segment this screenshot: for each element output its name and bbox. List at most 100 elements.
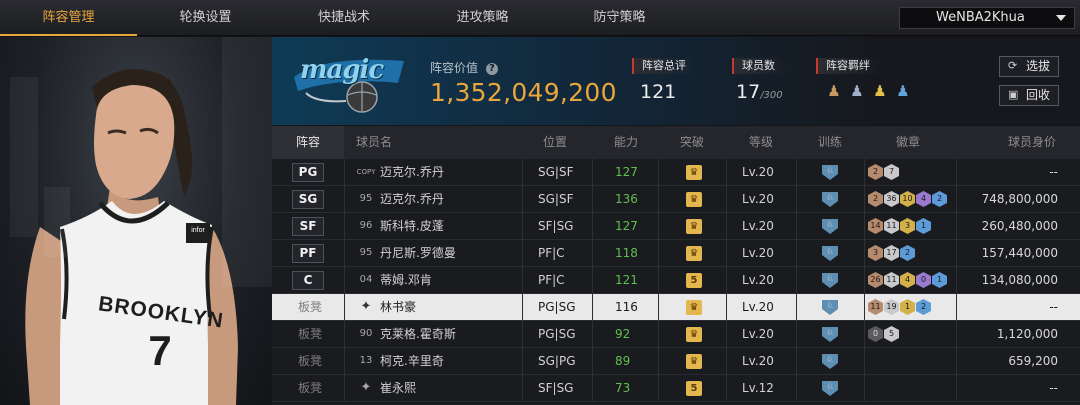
column-divider bbox=[726, 267, 727, 293]
lineup-position-tag: PF bbox=[292, 244, 324, 263]
training-icon[interactable]: ♘ bbox=[822, 192, 838, 207]
badge-icon: 7 bbox=[884, 164, 899, 180]
column-divider bbox=[726, 321, 727, 347]
account-dropdown[interactable]: WeNBA2Khua bbox=[899, 7, 1075, 29]
badge-icon: 2 bbox=[916, 299, 931, 315]
table-row[interactable]: 板凳 ✦ 林书豪 PG|SG 116 ♛ Lv.20 ♘ 11 19 1 2 -- bbox=[272, 294, 1080, 321]
column-divider bbox=[522, 267, 523, 293]
badge-list: 27 bbox=[868, 164, 899, 180]
column-divider bbox=[344, 375, 345, 401]
badge-icon: 36 bbox=[884, 191, 899, 207]
training-icon[interactable]: ♘ bbox=[822, 327, 838, 342]
help-icon[interactable]: ? bbox=[485, 62, 498, 75]
badge-icon: 1 bbox=[932, 272, 947, 288]
crown-icon: ♛ bbox=[686, 354, 702, 369]
training-icon[interactable]: ♘ bbox=[822, 354, 838, 369]
recycle-button-label: 回收 bbox=[1026, 88, 1051, 102]
header-level: 等级 bbox=[749, 135, 774, 149]
tab-rotation[interactable]: 轮换设置 bbox=[137, 0, 274, 36]
player-position: SG|SF bbox=[538, 192, 574, 206]
header-breakthrough: 突破 bbox=[680, 135, 705, 149]
crown-icon: ♛ bbox=[686, 192, 702, 207]
player-ability: 136 bbox=[615, 192, 638, 206]
player-name: 克莱格.霍奇斯 bbox=[380, 327, 456, 341]
table-row[interactable]: C 04 蒂姆.邓肯 PF|C 121 5 Lv.20 ♘ 26 11 4 0 1 134,080,000 bbox=[272, 267, 1080, 294]
header-position: 位置 bbox=[543, 135, 568, 149]
header-player-name: 球员名 bbox=[356, 135, 393, 149]
badge-list: 05 bbox=[868, 326, 899, 342]
header-salary: 球员身价 bbox=[1008, 135, 1057, 149]
lineup-position-bench: 板凳 bbox=[298, 381, 323, 395]
player-name: 蒂姆.邓肯 bbox=[380, 273, 432, 287]
column-divider bbox=[864, 213, 865, 239]
jersey-number: 7 bbox=[148, 327, 172, 374]
card-emblem-icon: ✦ bbox=[360, 299, 372, 314]
column-divider bbox=[592, 213, 593, 239]
lineup-value-label: 阵容价值 ? bbox=[430, 59, 498, 76]
lineup-value: 1,352,049,200 bbox=[430, 78, 617, 107]
badge-list: 2 36 10 4 2 bbox=[868, 191, 947, 207]
player-ability: 89 bbox=[615, 354, 631, 368]
column-divider bbox=[658, 159, 659, 185]
badge-icon: 5 bbox=[884, 326, 899, 342]
player-level: Lv.12 bbox=[742, 381, 774, 395]
lineup-position-tag: C bbox=[292, 271, 324, 290]
tab-offense[interactable]: 进攻策略 bbox=[414, 0, 551, 36]
column-divider bbox=[658, 294, 659, 320]
table-row[interactable]: SG 95 迈克尔.乔丹 SG|SF 136 ♛ Lv.20 ♘ 2 36 10 4 2 748,800,… bbox=[272, 186, 1080, 213]
column-divider bbox=[522, 321, 523, 347]
bond-icon[interactable]: ♟ bbox=[824, 82, 844, 100]
card-number: 95 bbox=[359, 247, 373, 258]
table-row[interactable]: PG COPY 迈克尔.乔丹 SG|SF 127 ♛ Lv.20 ♘ 2 7 -- bbox=[272, 159, 1080, 186]
table-row[interactable]: SF 96 斯科特.皮蓬 SF|SG 127 ♛ Lv.20 ♘ 14 11 3 1 260,480,0… bbox=[272, 213, 1080, 240]
player-level: Lv.20 bbox=[742, 246, 774, 260]
bond-icon[interactable]: ♟ bbox=[870, 82, 890, 100]
card-number: 04 bbox=[359, 274, 373, 285]
training-icon[interactable]: ♘ bbox=[822, 165, 838, 180]
column-divider bbox=[956, 375, 957, 401]
bond-label: 阵容羁绊 bbox=[816, 58, 882, 74]
column-divider bbox=[864, 159, 865, 185]
column-divider bbox=[344, 240, 345, 266]
jersey-patch: infor bbox=[191, 227, 205, 234]
lineup-position-bench: 板凳 bbox=[298, 354, 323, 368]
tab-quick-tactics[interactable]: 快捷战术 bbox=[274, 0, 414, 36]
player-position: SG|PG bbox=[538, 354, 576, 368]
tab-defense[interactable]: 防守策略 bbox=[551, 0, 688, 36]
table-row[interactable]: PF 95 丹尼斯.罗德曼 PF|C 118 ♛ Lv.20 ♘ 3 17 2 157,440,000 bbox=[272, 240, 1080, 267]
table-row[interactable]: 板凳 ✦ 崔永熙 SF|SG 73 5 Lv.12 ♘ -- bbox=[272, 375, 1080, 402]
column-divider bbox=[864, 348, 865, 374]
training-icon[interactable]: ♘ bbox=[822, 300, 838, 315]
table-header: 阵容 球员名 位置 能力 突破 等级 训练 徽章 球员身价 bbox=[272, 126, 1080, 159]
scout-button[interactable]: ⟳ 选拔 bbox=[999, 56, 1059, 77]
column-divider bbox=[592, 267, 593, 293]
player-ability: 116 bbox=[615, 300, 638, 314]
column-divider bbox=[956, 267, 957, 293]
column-divider bbox=[956, 294, 957, 320]
training-icon[interactable]: ♘ bbox=[822, 246, 838, 261]
player-name: 丹尼斯.罗德曼 bbox=[380, 246, 456, 260]
training-icon[interactable]: ♘ bbox=[822, 273, 838, 288]
column-divider bbox=[522, 294, 523, 320]
lineup-position-bench: 板凳 bbox=[298, 300, 323, 314]
player-position: PF|C bbox=[538, 273, 565, 287]
table-row[interactable]: 板凳 90 克莱格.霍奇斯 PG|SG 92 ♛ Lv.20 ♘ 0 5 1,120,000 bbox=[272, 321, 1080, 348]
player-ability: 121 bbox=[615, 273, 638, 287]
recycle-button[interactable]: ▣ 回收 bbox=[999, 85, 1059, 106]
bond-icon[interactable]: ♟ bbox=[893, 82, 913, 100]
player-position: SG|SF bbox=[538, 165, 574, 179]
bond-icon[interactable]: ♟ bbox=[847, 82, 867, 100]
player-level: Lv.20 bbox=[742, 300, 774, 314]
table-row[interactable]: 板凳 13 柯克.辛里奇 SG|PG 89 ♛ Lv.20 ♘ 659,200 bbox=[272, 348, 1080, 375]
badge-icon: 4 bbox=[900, 272, 915, 288]
badge-icon: 11 bbox=[868, 299, 883, 315]
player-salary: 748,800,000 bbox=[981, 192, 1058, 206]
badge-icon: 2 bbox=[868, 164, 883, 180]
training-icon[interactable]: ♘ bbox=[822, 381, 838, 396]
card-number: 96 bbox=[359, 220, 373, 231]
training-icon[interactable]: ♘ bbox=[822, 219, 838, 234]
column-divider bbox=[726, 240, 727, 266]
badge-icon: 1 bbox=[916, 218, 931, 234]
player-salary: 659,200 bbox=[1008, 354, 1058, 368]
tab-lineup[interactable]: 阵容管理 bbox=[0, 0, 137, 36]
